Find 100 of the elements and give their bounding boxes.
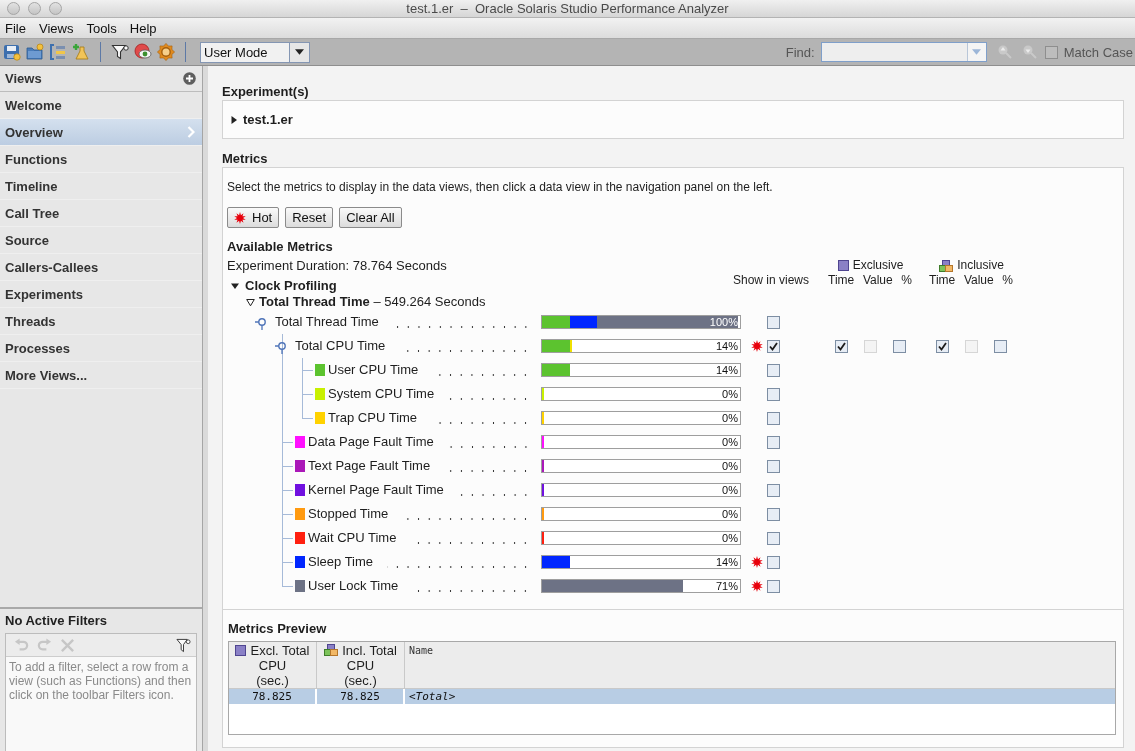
table-cell: 78.825 — [317, 689, 405, 704]
single-box-icon — [837, 260, 849, 271]
group-title: Clock Profiling — [245, 278, 337, 294]
sidebar-item[interactable]: Experiments — [0, 281, 202, 308]
toolbar-button[interactable]: Clear All — [339, 207, 402, 228]
metric-label: System CPU Time — [328, 386, 435, 402]
flask-icon[interactable] — [72, 43, 90, 61]
mode-dropdown[interactable]: User Mode — [200, 41, 310, 63]
percent-reading: 0% — [722, 388, 738, 400]
checkbox[interactable] — [767, 459, 780, 473]
metric-label: Wait CPU Time — [308, 530, 397, 546]
filter-icon[interactable] — [111, 43, 129, 61]
column-group-title: Inclusive — [957, 258, 1004, 273]
caret-down-icon — [295, 49, 304, 55]
checkbox[interactable] — [767, 579, 780, 593]
sidebar-item[interactable]: Functions — [0, 146, 202, 173]
close-button[interactable] — [7, 2, 20, 15]
sidebar-item[interactable]: Threads — [0, 308, 202, 335]
sidebar-item[interactable]: Processes — [0, 335, 202, 362]
checkbox[interactable] — [893, 339, 906, 353]
sidebar-item[interactable]: Callers-Callees — [0, 254, 202, 281]
find-label: Find: — [785, 44, 815, 60]
checkbox[interactable] — [767, 507, 780, 521]
list-icon[interactable] — [49, 43, 67, 61]
percent-reading: 0% — [722, 484, 738, 496]
metric-label: User Lock Time — [308, 578, 399, 594]
column-header: Value — [963, 273, 994, 288]
percent-reading: 14% — [715, 556, 738, 568]
menu-item[interactable]: File — [5, 20, 26, 36]
settings-icon[interactable] — [157, 43, 175, 61]
checkbox[interactable] — [936, 339, 949, 353]
metric-label: Sleep Time — [308, 554, 374, 570]
column-header: Time — [828, 273, 855, 288]
table-cell-text: <Total> — [408, 689, 457, 704]
menu-item[interactable]: Tools — [86, 20, 117, 36]
caret-down-icon — [972, 49, 982, 55]
column-header-text: Incl. Total CPU (sec.) — [342, 643, 397, 688]
expand-triangle-icon[interactable] — [246, 297, 255, 307]
metric-label: Total Thread Time — [275, 314, 379, 330]
checkbox[interactable] — [767, 531, 780, 545]
sidebar-item[interactable]: Call Tree — [0, 200, 202, 227]
metric-label: Data Page Fault Time — [308, 434, 434, 450]
percent-reading: 0% — [722, 436, 738, 448]
sidebar-item[interactable]: Timeline — [0, 173, 202, 200]
checkbox[interactable] — [835, 339, 848, 353]
filters-title: No Active Filters — [4, 612, 109, 630]
toolbar-button[interactable]: Hot — [227, 207, 280, 228]
column-header: Value — [862, 273, 893, 288]
window-title: test.1.er – Oracle Solaris Studio Performance Analyzer — [405, 1, 730, 16]
column-header: Time — [929, 273, 956, 288]
stacked-boxes-icon — [324, 644, 339, 656]
preview-title: Metrics Preview — [228, 621, 327, 637]
column-header[interactable]: Excl. Total CPU (sec.) — [229, 642, 317, 688]
checkbox[interactable] — [994, 339, 1007, 353]
section-title: Experiment(s) — [222, 83, 309, 100]
column-header-text: Name — [409, 645, 434, 656]
sidebar-item[interactable]: More Views... — [0, 362, 202, 389]
checkbox[interactable] — [767, 483, 780, 497]
zoom-button[interactable] — [49, 2, 62, 15]
column-header[interactable]: Name — [405, 642, 1115, 688]
single-box-icon — [235, 645, 247, 656]
metric-label: Stopped Time — [308, 506, 389, 522]
checkbox[interactable] — [767, 435, 780, 449]
menu-item[interactable]: Views — [38, 20, 74, 36]
checkbox[interactable] — [767, 315, 780, 329]
menu-item[interactable]: Help — [129, 20, 157, 36]
metric-label: Kernel Page Fault Time — [308, 482, 444, 498]
sidebar-title: Views — [5, 71, 42, 86]
column-header: % — [1002, 273, 1013, 288]
filters-hint: To add a filter, select a row from a view (such as Functions) and then click on the toolbar Filters icon. — [8, 659, 193, 702]
percent-reading: 14% — [715, 364, 738, 376]
instructions-text: Select the metrics to display in the data views, then click a data view in the navigation panel on the left. — [227, 179, 774, 195]
filter-icon[interactable] — [176, 637, 191, 653]
checkbox[interactable] — [767, 387, 780, 401]
section-title: Metrics — [222, 150, 268, 167]
checkbox[interactable] — [767, 555, 780, 569]
expand-triangle-icon[interactable] — [230, 115, 238, 124]
add-icon[interactable] — [183, 72, 196, 85]
sidebar-item[interactable]: Overview — [0, 119, 202, 146]
sidebar-item[interactable]: Source — [0, 227, 202, 254]
table-row[interactable]: 78.825 78.825 <Total> — [229, 689, 1115, 704]
column-header: % — [901, 273, 912, 288]
percent-reading: 0% — [722, 412, 738, 424]
minimize-button[interactable] — [28, 2, 41, 15]
eye-icon[interactable] — [134, 43, 152, 61]
checkbox[interactable] — [767, 363, 780, 377]
percent-reading: 100% — [709, 316, 738, 328]
column-group-title: Exclusive — [852, 258, 904, 273]
toolbar-button[interactable]: Reset — [285, 207, 334, 228]
experiment-name[interactable]: test.1.er — [243, 112, 293, 127]
checkbox[interactable] — [767, 339, 780, 353]
checkbox[interactable] — [767, 411, 780, 425]
column-header[interactable]: Incl. Total CPU (sec.) — [317, 642, 405, 688]
table-cell: 78.825 — [229, 689, 317, 704]
metric-label: Text Page Fault Time — [308, 458, 431, 474]
column-header: Show in views — [732, 273, 810, 288]
percent-reading: 0% — [722, 532, 738, 544]
tree-node-icon — [275, 340, 287, 354]
expand-triangle-icon[interactable] — [231, 282, 239, 290]
folder-icon[interactable] — [26, 43, 44, 61]
